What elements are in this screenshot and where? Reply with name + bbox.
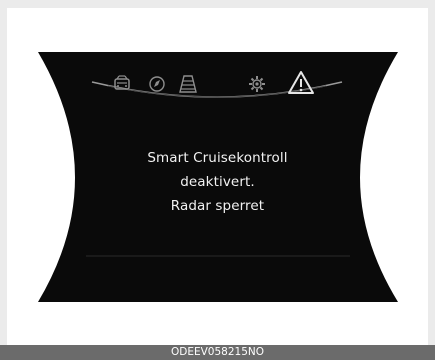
lane-road-icon[interactable]	[176, 71, 200, 97]
cruise-control-message: Smart Cruisekontroll deaktivert. Radar s…	[100, 146, 335, 218]
car-icon[interactable]	[110, 71, 134, 97]
message-line-1: Smart Cruisekontroll	[147, 150, 288, 166]
message-line-2: deaktivert.	[180, 174, 255, 190]
caption-bar: ODEEV058215NO	[0, 345, 435, 360]
image-code-label: ODEEV058215NO	[170, 346, 264, 358]
warning-triangle-icon[interactable]	[286, 68, 316, 98]
navigation-compass-icon[interactable]	[145, 71, 169, 97]
message-line-3: Radar sperret	[170, 198, 265, 214]
settings-gear-icon[interactable]	[245, 71, 269, 97]
